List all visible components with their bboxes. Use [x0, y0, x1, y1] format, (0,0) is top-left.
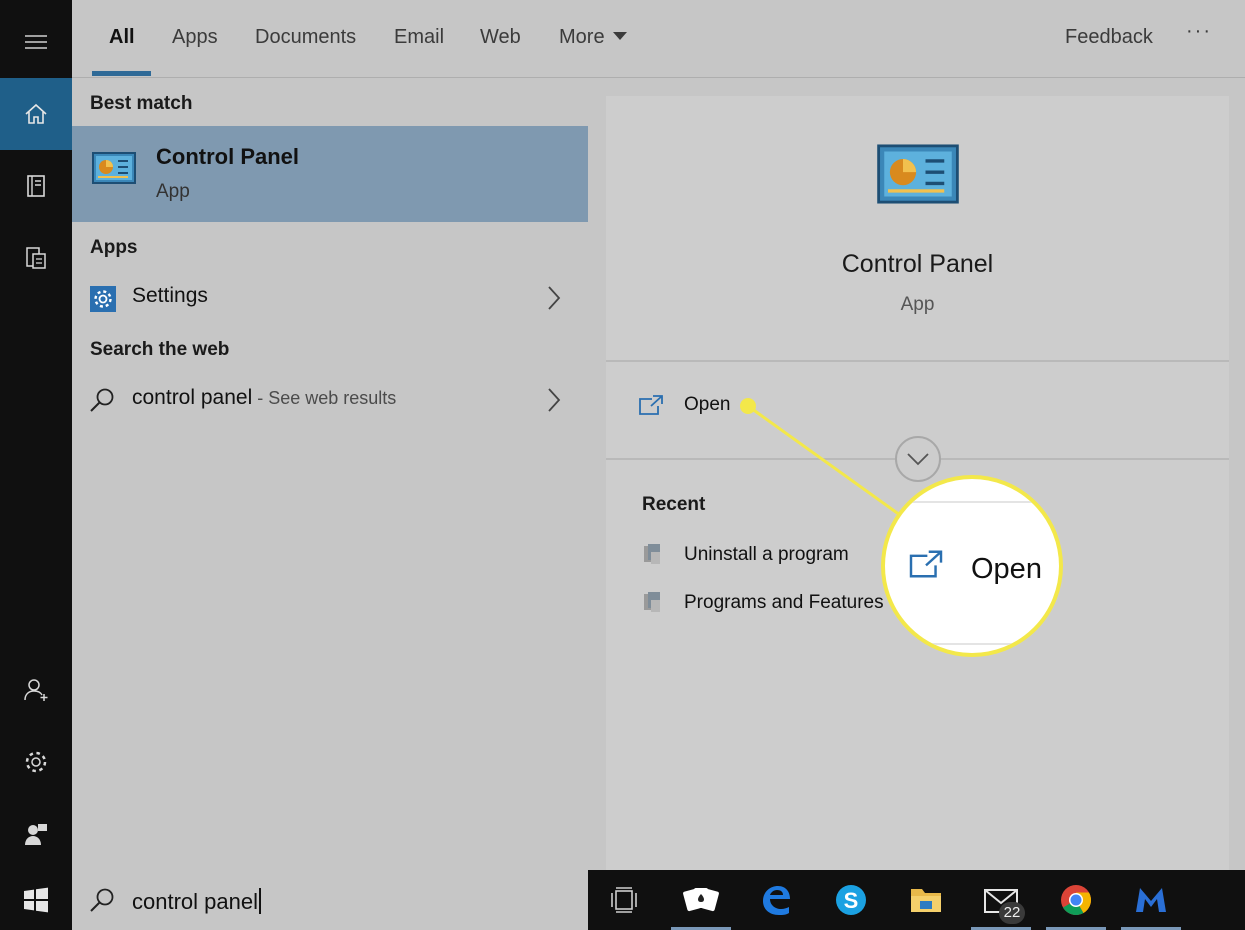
solitaire-button[interactable]	[671, 870, 731, 930]
tab-all[interactable]: All	[109, 26, 135, 49]
file-explorer-button[interactable]	[896, 870, 956, 930]
home-icon	[25, 103, 47, 124]
documents-button[interactable]	[0, 222, 72, 294]
edge-button[interactable]	[746, 870, 806, 930]
feedback-hub-button[interactable]	[0, 798, 72, 870]
web-hint-text: - See web results	[252, 388, 397, 408]
expand-button[interactable]	[895, 436, 941, 482]
malwarebytes-icon	[1136, 888, 1166, 912]
chevron-down-icon	[907, 453, 929, 466]
recent-item-label: Programs and Features	[684, 592, 884, 613]
chrome-button[interactable]	[1046, 870, 1106, 930]
chevron-right-icon[interactable]	[546, 386, 562, 414]
control-panel-icon	[92, 152, 136, 184]
programs-icon	[644, 592, 660, 612]
search-box[interactable]: control panel	[72, 870, 588, 930]
web-result[interactable]: control panel - See web results	[72, 376, 588, 426]
search-filter-bar: All Apps Documents Email Web More Feedba…	[72, 0, 1245, 78]
feedback-person-icon	[25, 824, 47, 845]
web-query-text: control panel	[132, 386, 253, 409]
dropdown-caret-icon	[612, 32, 627, 40]
notebook-icon	[27, 175, 45, 197]
search-icon	[90, 388, 114, 412]
tab-more[interactable]: More	[559, 26, 627, 49]
callout-label: Open	[971, 553, 1042, 585]
taskbar: S 22	[588, 870, 1245, 930]
start-button[interactable]	[0, 870, 72, 930]
navigation-rail	[0, 0, 72, 870]
add-user-icon	[24, 679, 48, 701]
divider	[606, 360, 1229, 362]
callout-magnifier: Open	[881, 475, 1063, 657]
mail-button[interactable]: 22	[971, 870, 1031, 930]
svg-text:S: S	[844, 888, 859, 913]
chrome-icon	[1061, 885, 1092, 916]
web-result-label: control panel - See web results	[132, 386, 396, 410]
apps-heading: Apps	[90, 237, 138, 258]
chevron-right-icon[interactable]	[546, 284, 562, 312]
edge-icon	[763, 886, 790, 915]
hamburger-icon	[25, 35, 47, 49]
feedback-link[interactable]: Feedback	[1065, 26, 1153, 49]
malwarebytes-button[interactable]	[1121, 870, 1181, 930]
gear-icon	[90, 286, 116, 312]
search-icon	[90, 888, 114, 912]
home-button[interactable]	[0, 78, 72, 150]
settings-button[interactable]	[0, 726, 72, 798]
preview-pane: Control Panel App Open Recent Uninstall …	[606, 96, 1229, 870]
hamburger-menu-button[interactable]	[0, 6, 72, 78]
programs-icon	[644, 544, 660, 564]
file-explorer-icon	[911, 889, 941, 912]
best-match-subtitle: App	[156, 181, 190, 202]
open-action-label: Open	[684, 394, 731, 415]
solitaire-icon	[683, 888, 719, 912]
preview-header: Control Panel App	[606, 96, 1229, 360]
notebook-button[interactable]	[0, 150, 72, 222]
task-view-icon	[611, 887, 637, 913]
preview-subtitle: App	[900, 294, 935, 315]
best-match-heading: Best match	[90, 93, 193, 114]
magnified-divider	[885, 643, 1059, 645]
recent-item-label: Uninstall a program	[684, 544, 849, 565]
preview-title: Control Panel	[841, 250, 994, 278]
account-button[interactable]	[0, 654, 72, 726]
documents-icon	[26, 247, 46, 269]
magnified-divider	[885, 501, 1059, 503]
tab-web[interactable]: Web	[480, 26, 521, 49]
task-view-button[interactable]	[594, 870, 654, 930]
active-tab-indicator	[92, 71, 151, 76]
best-match-title: Control Panel	[156, 144, 300, 169]
gear-icon	[25, 751, 47, 773]
open-external-icon	[909, 550, 943, 578]
tab-email[interactable]: Email	[394, 26, 444, 49]
settings-result[interactable]: Settings	[72, 274, 588, 324]
skype-button[interactable]: S	[821, 870, 881, 930]
search-input[interactable]: control panel	[132, 888, 261, 915]
search-web-heading: Search the web	[90, 339, 230, 360]
search-input-value: control panel	[132, 889, 258, 914]
open-external-icon	[639, 395, 663, 415]
recent-heading: Recent	[642, 494, 706, 515]
best-match-result[interactable]: Control Panel App	[72, 126, 588, 222]
windows-logo-icon	[24, 887, 48, 913]
settings-result-label: Settings	[132, 284, 208, 307]
results-list: Best match Control Panel App Apps Settin…	[72, 78, 588, 870]
unread-count-badge: 22	[999, 902, 1025, 924]
control-panel-icon	[877, 144, 959, 204]
skype-icon: S	[836, 885, 866, 915]
more-options-button[interactable]: ···	[1186, 20, 1212, 43]
tab-apps[interactable]: Apps	[172, 26, 218, 49]
text-cursor	[258, 888, 261, 914]
tab-more-label: More	[559, 26, 605, 48]
tab-documents[interactable]: Documents	[255, 26, 356, 49]
